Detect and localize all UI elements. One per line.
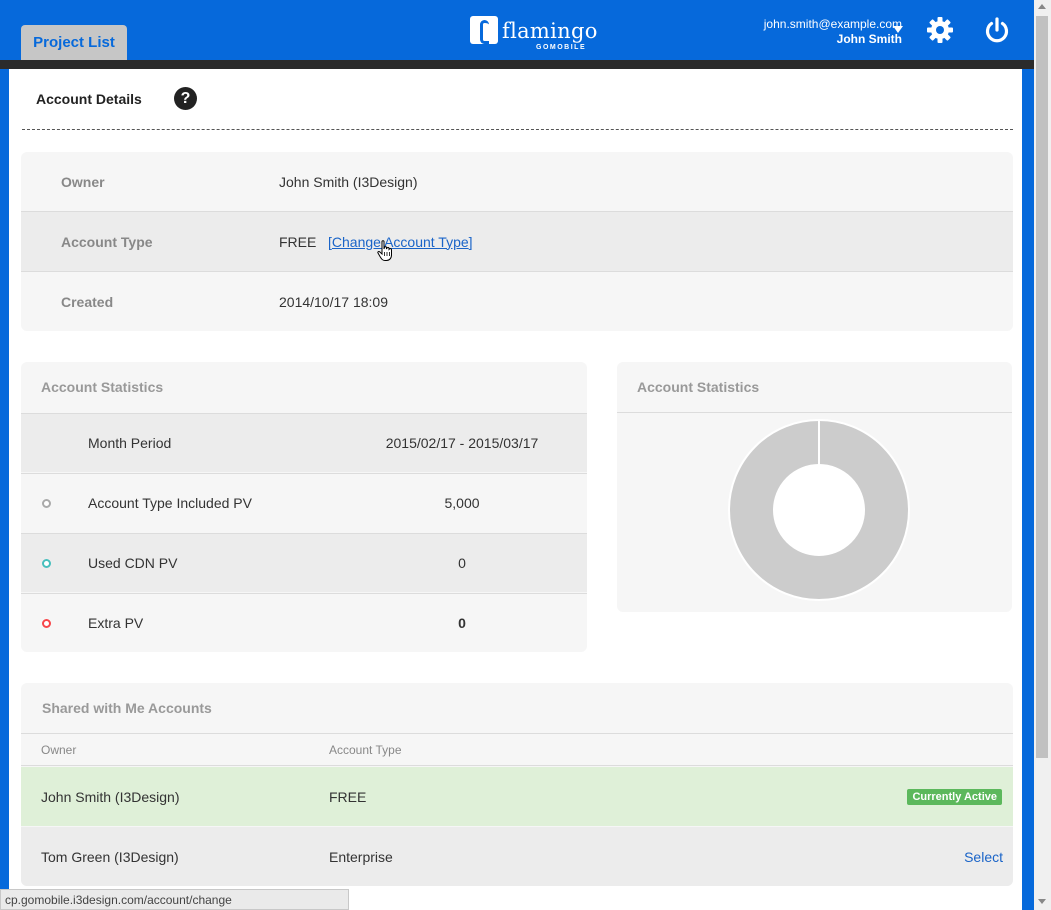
statistics-chart-panel: Account Statistics — [617, 362, 1012, 612]
account-details-panel: Owner John Smith (I3Design) Account Type… — [21, 152, 1013, 331]
row-owner: John Smith (I3Design) — [41, 789, 180, 805]
legend-dot-icon — [42, 559, 51, 568]
scroll-up-arrow-icon[interactable] — [1038, 4, 1046, 9]
user-name[interactable]: John Smith — [837, 32, 902, 46]
row-account-type: Enterprise — [329, 849, 393, 865]
table-row: Tom Green (I3Design) Enterprise Select — [21, 827, 1013, 886]
title-divider — [22, 129, 1013, 130]
stats-row-month-period: Month Period 2015/02/17 - 2015/03/17 — [21, 413, 587, 472]
stat-value: 0 — [458, 615, 466, 631]
stat-value: 5,000 — [444, 495, 480, 511]
header-divider — [21, 733, 1013, 734]
change-account-type-link[interactable]: Change Account Type — [332, 234, 469, 250]
stats-row-used-cdn-pv: Used CDN PV 0 — [21, 533, 587, 592]
stats-row-included-pv: Account Type Included PV 5,000 — [21, 473, 587, 532]
owner-value: John Smith (I3Design) — [279, 173, 418, 190]
link-close-bracket: ] — [468, 233, 473, 250]
logo-subtext: GOMOBILE — [536, 44, 587, 51]
user-email[interactable]: john.smith@example.com — [764, 17, 902, 31]
legend-dot-icon — [42, 619, 51, 628]
currently-active-badge: Currently Active — [907, 789, 1002, 805]
frame-border-right — [1022, 69, 1034, 910]
stat-name: Month Period — [88, 435, 172, 451]
doughnut-chart — [728, 419, 910, 601]
stat-name: Extra PV — [88, 615, 144, 631]
created-value: 2014/10/17 18:09 — [279, 293, 388, 310]
owner-label: Owner — [61, 173, 105, 190]
dropdown-caret-icon[interactable] — [893, 26, 903, 33]
stat-value: 2015/02/17 - 2015/03/17 — [385, 435, 539, 451]
browser-status-bar: cp.gomobile.i3design.com/account/change — [0, 889, 349, 910]
stats-row-extra-pv: Extra PV 0 — [21, 593, 587, 652]
flamingo-logo-icon — [470, 16, 498, 44]
navbar-stripe — [0, 60, 1034, 69]
stat-name: Account Type Included PV — [88, 495, 252, 511]
power-icon[interactable] — [983, 16, 1011, 44]
column-header-account-type: Account Type — [329, 743, 402, 757]
details-row-owner: Owner John Smith (I3Design) — [21, 152, 1013, 211]
select-account-link[interactable]: Select — [964, 849, 1003, 865]
table-row: John Smith (I3Design) FREE Currently Act… — [21, 767, 1013, 826]
page-title: Account Details — [36, 91, 142, 107]
help-icon[interactable]: ? — [174, 87, 197, 110]
gear-icon[interactable] — [926, 16, 954, 44]
shared-title: Shared with Me Accounts — [42, 700, 212, 716]
account-type-label: Account Type — [61, 233, 153, 250]
hand-cursor-icon — [377, 240, 392, 261]
details-row-account-type: Account Type FREE [Change Account Type] — [21, 212, 1013, 271]
row-owner: Tom Green (I3Design) — [41, 849, 179, 865]
flamingo-logo[interactable]: flamingo GOMOBILE — [470, 16, 600, 56]
frame-border-left — [0, 69, 9, 910]
legend-dot-icon — [42, 499, 51, 508]
row-account-type: FREE — [329, 789, 367, 805]
header-divider — [21, 765, 1013, 766]
details-row-created: Created 2014/10/17 18:09 — [21, 272, 1013, 331]
tab-project-list[interactable]: Project List — [21, 25, 127, 60]
logo-text: flamingo — [502, 19, 598, 43]
account-type-value-group: FREE [Change Account Type] — [279, 234, 473, 250]
scroll-down-arrow-icon[interactable] — [1038, 899, 1046, 904]
stat-value: 0 — [458, 555, 466, 571]
stat-name: Used CDN PV — [88, 555, 178, 571]
stats-title: Account Statistics — [41, 379, 164, 395]
scrollbar-thumb[interactable] — [1036, 16, 1048, 758]
shared-accounts-panel: Shared with Me Accounts Owner Account Ty… — [21, 683, 1013, 886]
account-type-value: FREE — [279, 233, 317, 250]
account-statistics-panel: Account Statistics Month Period 2015/02/… — [21, 362, 587, 652]
column-header-owner: Owner — [41, 743, 77, 757]
created-label: Created — [61, 293, 114, 310]
doughnut-hole — [773, 464, 865, 556]
